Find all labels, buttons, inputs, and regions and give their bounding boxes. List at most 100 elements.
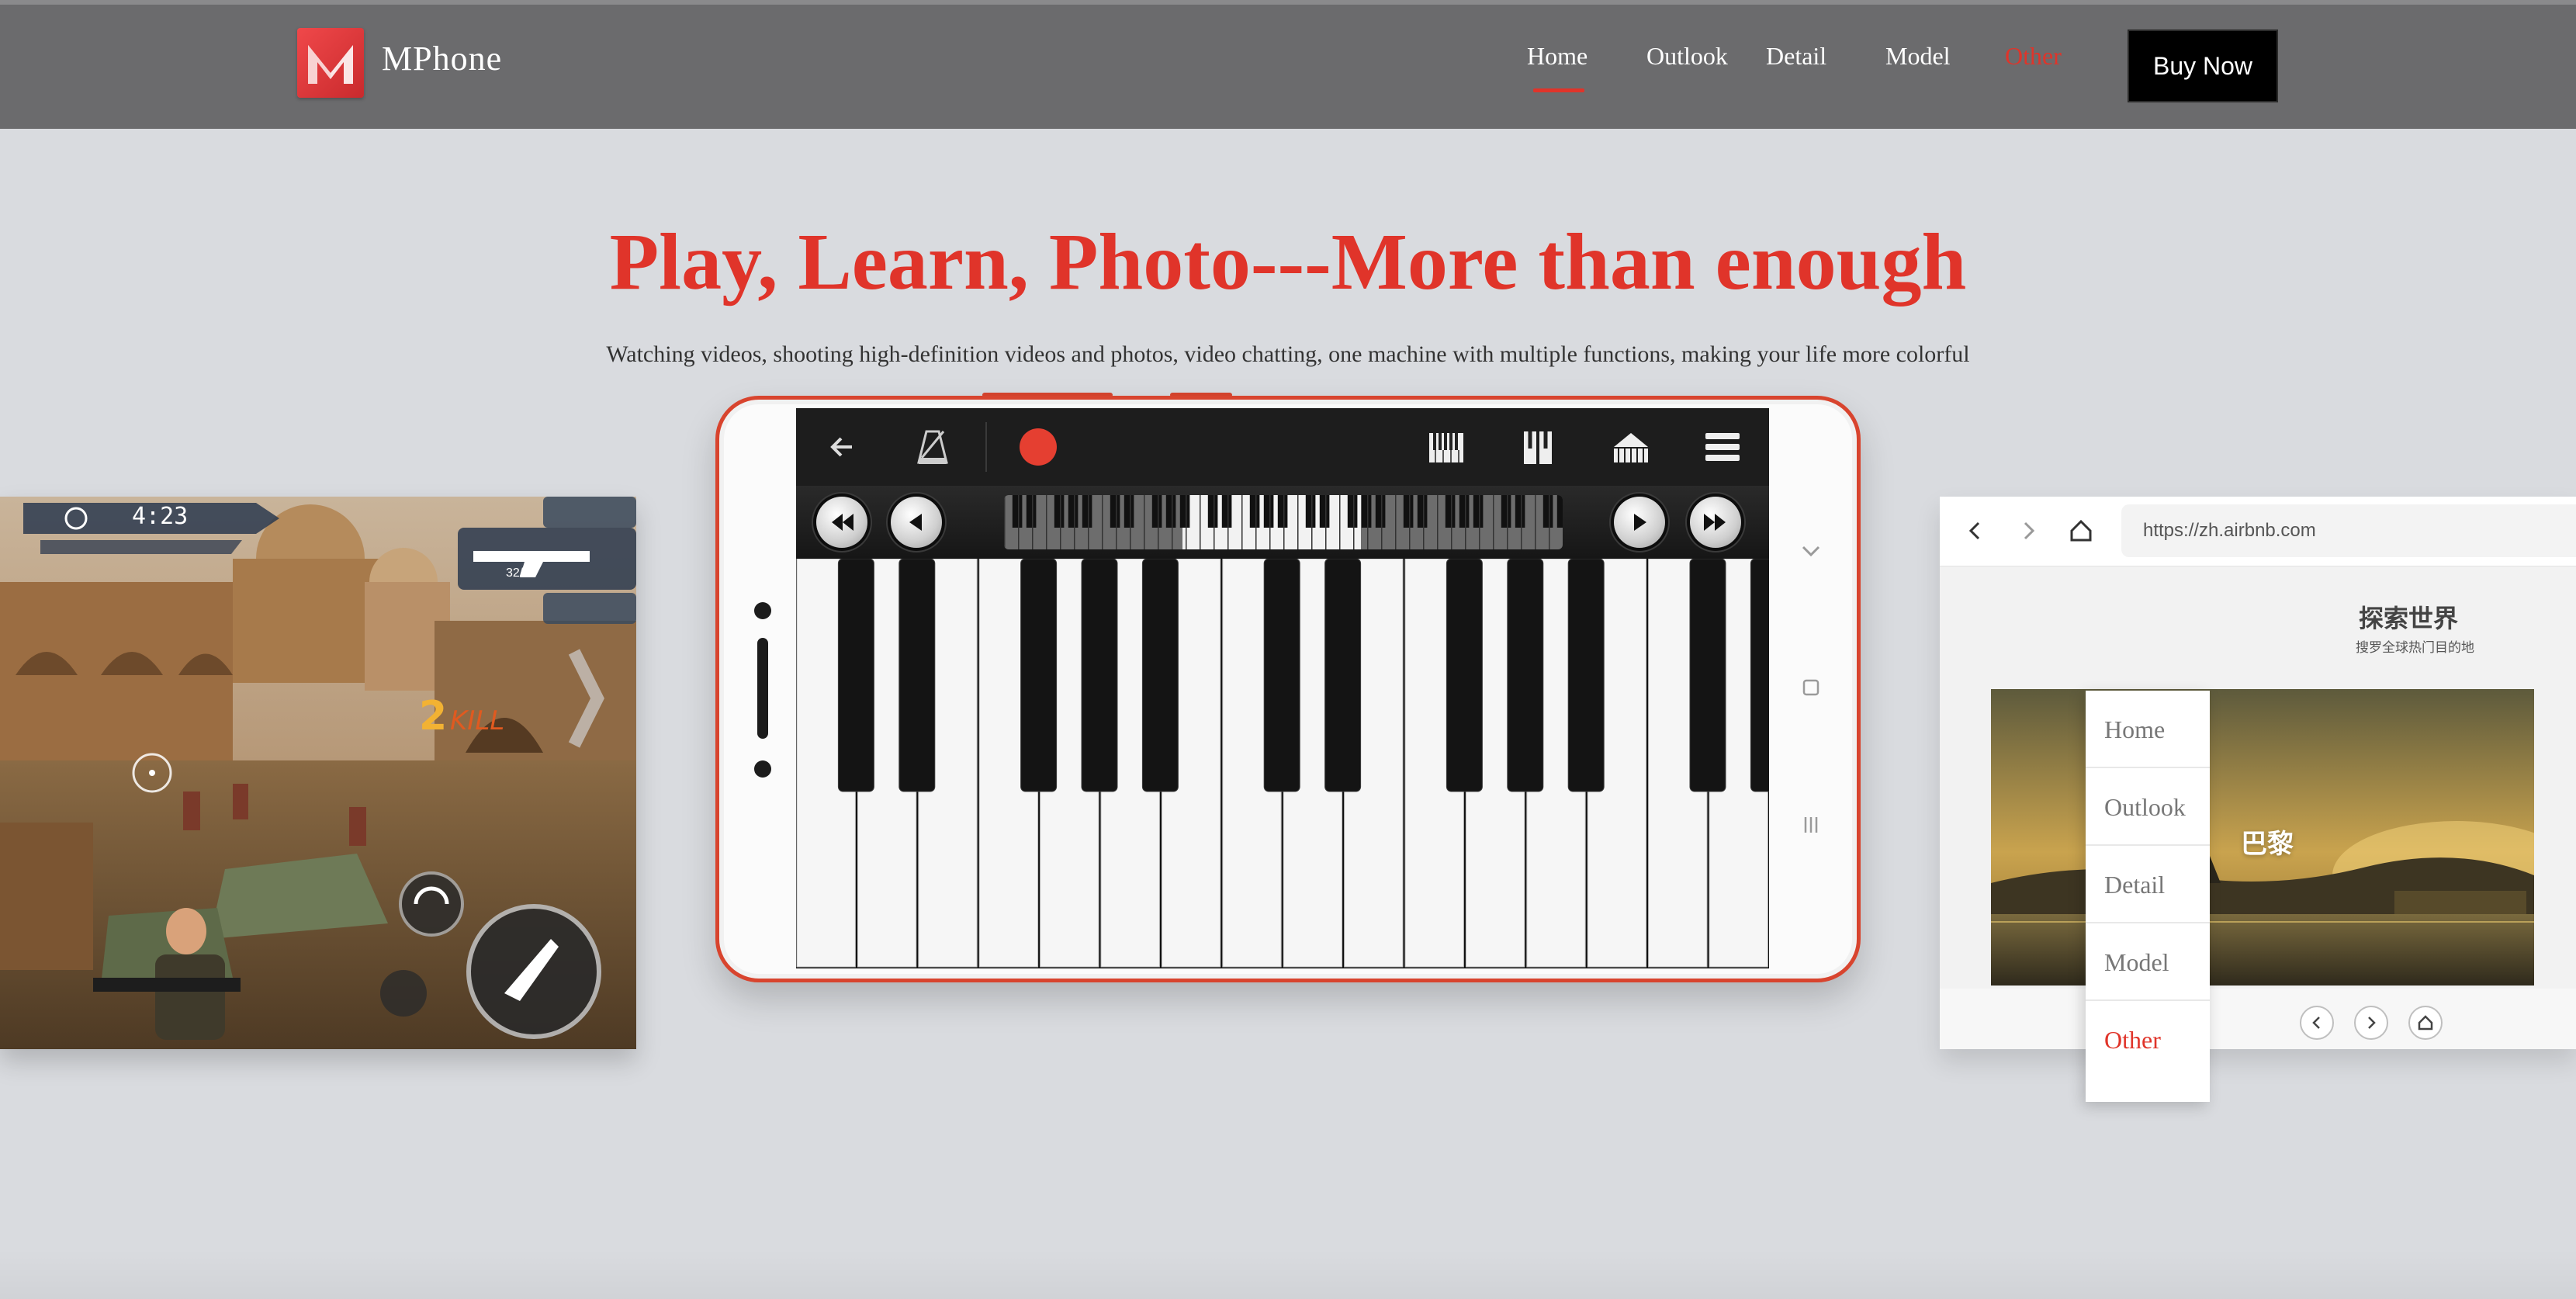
mini-key-divider — [1479, 495, 1480, 549]
nav-other[interactable]: Other — [2005, 42, 2062, 71]
game-timer: 4:23 — [132, 503, 189, 530]
brand-name[interactable]: MPhone — [382, 39, 502, 78]
fast-forward-button[interactable] — [1690, 497, 1741, 548]
previous-button[interactable] — [891, 497, 942, 548]
back-arrow-icon[interactable] — [819, 424, 866, 470]
mini-key-divider — [1172, 495, 1173, 549]
mphone-logo-icon[interactable] — [297, 28, 364, 98]
mini-black-key — [1319, 495, 1330, 528]
forward-icon[interactable] — [2014, 517, 2042, 545]
mini-key-divider — [1004, 495, 1006, 549]
mini-key-divider — [1339, 495, 1341, 549]
back-icon[interactable] — [1961, 517, 1989, 545]
black-key[interactable] — [1141, 558, 1179, 792]
black-key[interactable] — [1689, 558, 1726, 792]
city-label: 巴黎 — [2241, 829, 2294, 860]
mini-key-divider — [1353, 495, 1355, 549]
mini-key-divider — [1451, 495, 1452, 549]
rewind-button[interactable] — [816, 497, 867, 548]
carousel-home-button[interactable] — [2408, 1006, 2443, 1040]
mini-black-key — [1151, 495, 1162, 528]
mini-black-key — [1124, 495, 1134, 528]
home-icon — [2418, 1015, 2433, 1031]
fast-forward-icon — [1704, 514, 1726, 531]
mini-key-divider — [1074, 495, 1075, 549]
nav-model[interactable]: Model — [1885, 42, 1951, 71]
mini-black-key — [1347, 495, 1358, 528]
home-square-icon[interactable] — [1802, 678, 1820, 697]
mini-key-divider — [1241, 495, 1243, 549]
mini-key-divider — [1227, 495, 1229, 549]
mini-black-key — [1207, 495, 1218, 528]
chevron-down-icon[interactable] — [1800, 540, 1822, 562]
black-key[interactable] — [898, 558, 936, 792]
piano-app-screen — [796, 408, 1769, 968]
page-bottom-shade — [0, 1249, 2576, 1299]
menu-item-outlook[interactable]: Outlook — [2086, 768, 2210, 846]
mini-black-key — [1403, 495, 1414, 528]
nav-home[interactable]: Home — [1527, 42, 1587, 71]
mini-key-divider — [1116, 495, 1117, 549]
toolbar-divider — [985, 422, 987, 472]
piano-keyboard[interactable] — [796, 558, 1769, 968]
mini-black-key — [1459, 495, 1470, 528]
mini-key-divider — [1186, 495, 1187, 549]
mini-black-key — [1026, 495, 1037, 528]
svg-text:2: 2 — [419, 693, 447, 740]
dual-keyboard-icon[interactable] — [1515, 424, 1561, 470]
black-key[interactable] — [1750, 558, 1769, 792]
mini-black-key — [1473, 495, 1484, 528]
menu-item-model[interactable]: Model — [2086, 923, 2210, 1001]
mini-black-key — [1179, 495, 1190, 528]
black-key[interactable] — [1324, 558, 1362, 792]
mini-black-key — [1277, 495, 1288, 528]
browser-screenshot: https://zh.airbnb.com 探索世界 搜罗全球热门目的地 巴黎 — [1940, 497, 2576, 1049]
mini-key-divider — [1269, 495, 1271, 549]
next-button[interactable] — [1614, 497, 1665, 548]
home-icon[interactable] — [2065, 515, 2096, 546]
chevron-right-icon — [2368, 1017, 2376, 1029]
black-key[interactable] — [1446, 558, 1483, 792]
black-key[interactable] — [1567, 558, 1605, 792]
mini-key-divider — [1381, 495, 1383, 549]
black-key[interactable] — [837, 558, 874, 792]
mini-key-divider — [1032, 495, 1034, 549]
grand-piano-icon[interactable] — [1608, 424, 1654, 470]
mini-key-divider — [1158, 495, 1159, 549]
mini-black-key — [1082, 495, 1092, 528]
mini-key-divider — [1255, 495, 1257, 549]
nav-detail[interactable]: Detail — [1766, 42, 1826, 71]
nav-outlook[interactable]: Outlook — [1646, 42, 1728, 71]
keyboard-icon[interactable] — [1423, 424, 1470, 470]
menu-item-other[interactable]: Other — [2086, 1001, 2210, 1079]
mini-black-key — [1515, 495, 1525, 528]
chevron-left-icon — [2312, 1017, 2320, 1029]
black-key[interactable] — [1507, 558, 1544, 792]
carousel-next-button[interactable] — [2354, 1006, 2388, 1040]
keyboard-scroll-slider[interactable] — [1004, 495, 1563, 549]
metronome-icon[interactable] — [909, 424, 956, 470]
buy-now-button[interactable]: Buy Now — [2128, 29, 2278, 102]
menu-icon[interactable] — [1699, 424, 1746, 470]
black-key[interactable] — [1263, 558, 1300, 792]
mini-black-key — [1361, 495, 1372, 528]
mini-black-key — [1221, 495, 1232, 528]
mini-key-divider — [1521, 495, 1522, 549]
mini-key-divider — [1507, 495, 1508, 549]
mini-black-key — [1249, 495, 1260, 528]
record-icon[interactable] — [1015, 424, 1061, 470]
black-key[interactable] — [1081, 558, 1118, 792]
browser-page-title: 探索世界 — [2359, 604, 2459, 633]
nav-active-underline — [1533, 88, 1584, 92]
game-screenshot: 2 KILL — [0, 497, 636, 1049]
black-key[interactable] — [1020, 558, 1058, 792]
url-field[interactable]: https://zh.airbnb.com — [2121, 504, 2576, 557]
recent-apps-icon[interactable] — [1802, 815, 1820, 835]
carousel-prev-button[interactable] — [2300, 1006, 2334, 1040]
mini-black-key — [1068, 495, 1079, 528]
mini-black-key — [1263, 495, 1274, 528]
menu-item-detail[interactable]: Detail — [2086, 846, 2210, 923]
browser-bottom-bar — [1940, 989, 2576, 1049]
menu-item-home[interactable]: Home — [2086, 691, 2210, 768]
mini-key-divider — [1465, 495, 1466, 549]
